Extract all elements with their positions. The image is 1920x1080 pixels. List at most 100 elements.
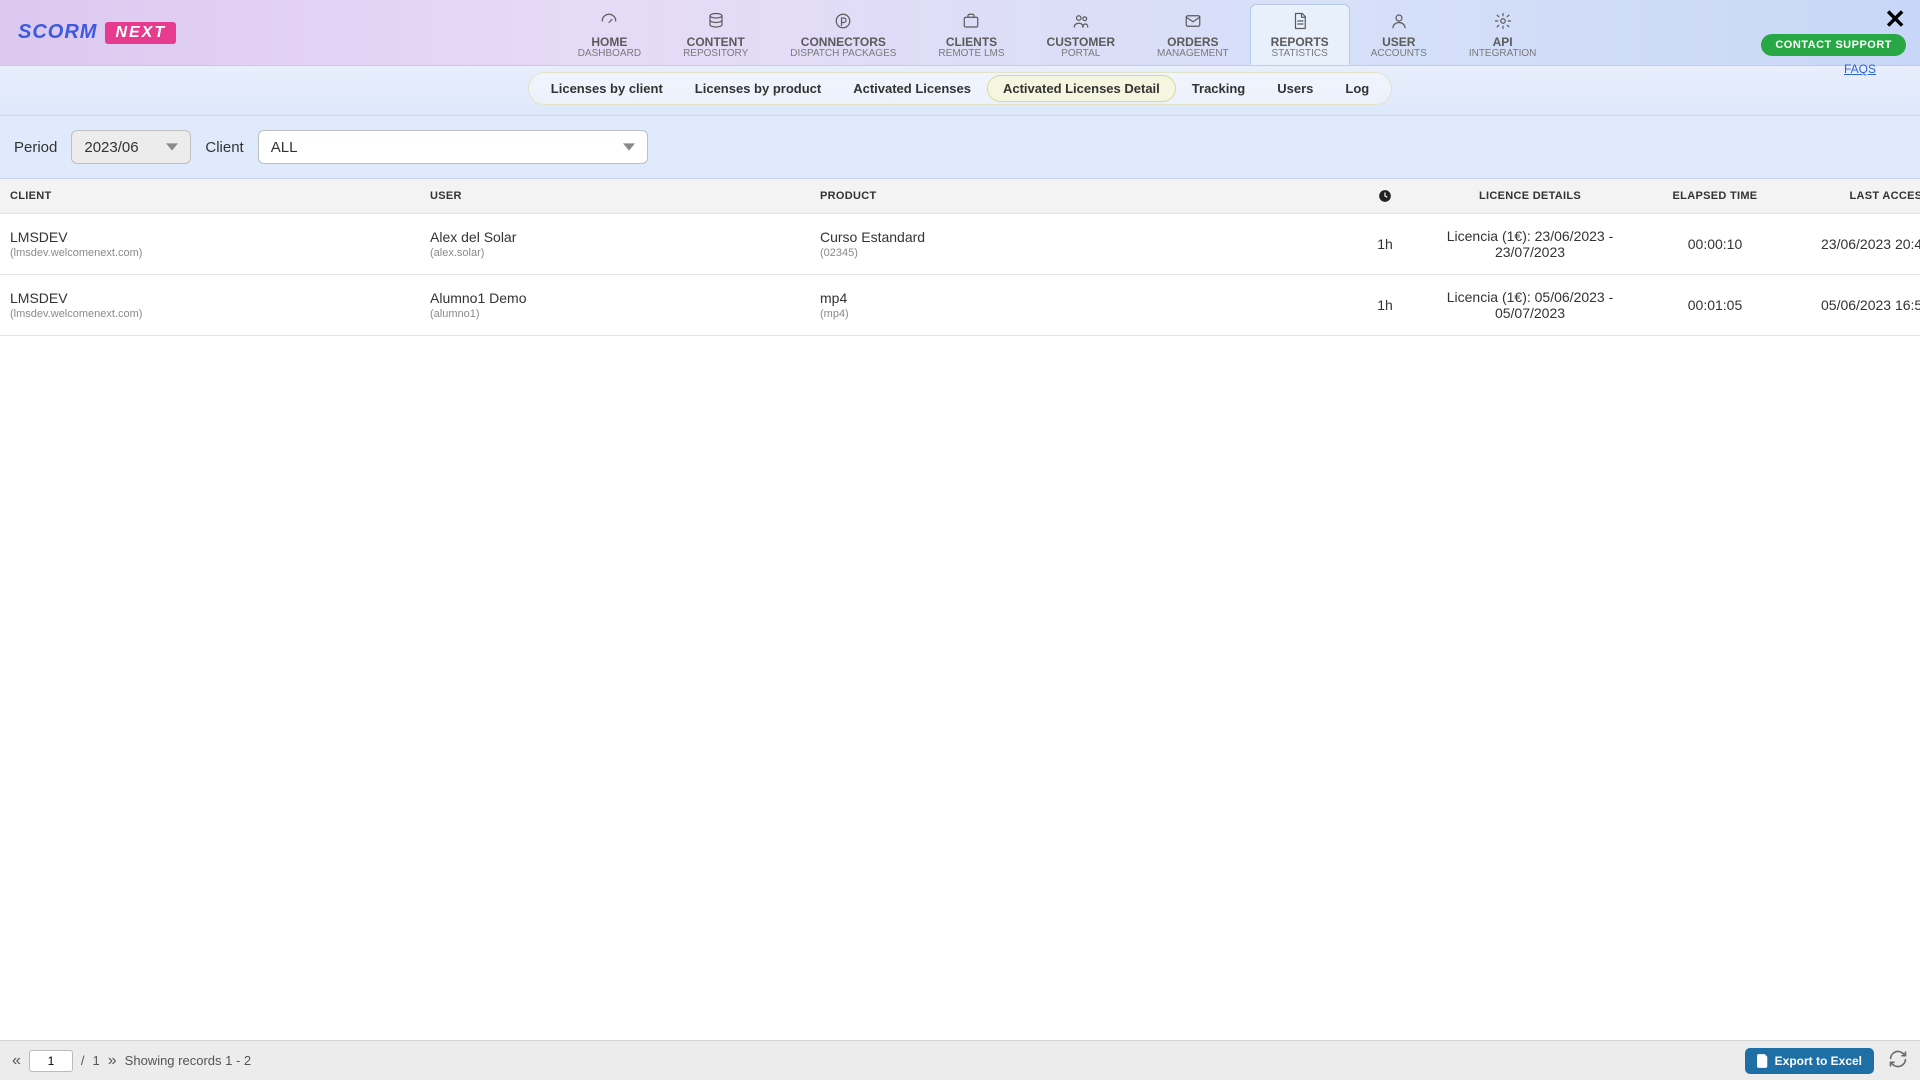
nav-subtitle: INTEGRATION <box>1469 49 1537 59</box>
table-body: LMSDEV(lmsdev.welcomenext.com)Alex del S… <box>0 214 1920 336</box>
nav-title: REPORTS <box>1271 35 1329 49</box>
period-select[interactable]: 2023/06 <box>71 130 191 164</box>
refresh-button[interactable] <box>1888 1049 1908 1072</box>
col-user[interactable]: USER <box>430 190 820 202</box>
cell-client: LMSDEV(lmsdev.welcomenext.com) <box>10 229 430 259</box>
col-client[interactable]: CLIENT <box>10 190 430 202</box>
nav-subtitle: PORTAL <box>1061 49 1100 59</box>
nav-item-user[interactable]: USERACCOUNTS <box>1350 4 1448 65</box>
nav-item-orders[interactable]: ORDERSMANAGEMENT <box>1136 4 1250 65</box>
footer-right: Export to Excel <box>1745 1048 1908 1074</box>
nav-item-reports[interactable]: REPORTSSTATISTICS <box>1250 4 1350 65</box>
nav-item-api[interactable]: APIINTEGRATION <box>1448 4 1558 65</box>
nav-title: CONNECTORS <box>801 35 886 49</box>
pager-first-icon[interactable]: « <box>12 1052 21 1070</box>
chevron-down-icon <box>623 141 635 153</box>
nav-subtitle: DISPATCH PACKAGES <box>790 49 896 59</box>
pager-current-input[interactable] <box>29 1050 73 1072</box>
chevron-down-icon <box>166 141 178 153</box>
file-icon <box>1757 1054 1769 1068</box>
nav-title: HOME <box>591 35 627 49</box>
export-excel-label: Export to Excel <box>1775 1054 1862 1068</box>
nav-item-customer[interactable]: CUSTOMERPORTAL <box>1026 4 1136 65</box>
topbar: SCORM NEXT HOMEDASHBOARDCONTENTREPOSITOR… <box>0 0 1920 66</box>
footer: « / 1 » Showing records 1 - 2 Export to … <box>0 1040 1920 1080</box>
top-right: ✕ CONTACT SUPPORT FAQS <box>1761 6 1906 76</box>
col-product[interactable]: PRODUCT <box>820 190 1350 202</box>
table-row[interactable]: LMSDEV(lmsdev.welcomenext.com)Alumno1 De… <box>0 275 1920 336</box>
subnav-tracking[interactable]: Tracking <box>1176 75 1261 102</box>
nav-title: USER <box>1382 35 1415 49</box>
briefcase-icon <box>962 12 980 33</box>
logo: SCORM NEXT <box>0 0 194 65</box>
nav-subtitle: REPOSITORY <box>683 49 748 59</box>
subnav-licenses-by-product[interactable]: Licenses by product <box>679 75 837 102</box>
contact-support-button[interactable]: CONTACT SUPPORT <box>1761 34 1906 56</box>
close-icon[interactable]: ✕ <box>1884 6 1906 32</box>
cell-licence: Licencia (1€): 05/06/2023 - 05/07/2023 <box>1420 289 1640 321</box>
p-icon <box>834 12 852 33</box>
subnav-log[interactable]: Log <box>1329 75 1385 102</box>
nav-subtitle: STATISTICS <box>1272 49 1328 59</box>
db-icon <box>707 12 725 33</box>
nav-item-content[interactable]: CONTENTREPOSITORY <box>662 4 769 65</box>
nav-title: API <box>1493 35 1513 49</box>
cell-licence: Licencia (1€): 23/06/2023 - 23/07/2023 <box>1420 228 1640 260</box>
col-last[interactable]: LAST ACCESS <box>1790 190 1920 202</box>
gauge-icon <box>600 12 618 33</box>
col-elapsed[interactable]: ELAPSED TIME <box>1640 190 1790 202</box>
gear-icon <box>1494 12 1512 33</box>
subnav-licenses-by-client[interactable]: Licenses by client <box>535 75 679 102</box>
subnav-wrap: Licenses by clientLicenses by productAct… <box>0 66 1920 116</box>
cell-product: mp4(mp4) <box>820 290 1350 320</box>
pager-last-icon[interactable]: » <box>108 1052 117 1070</box>
client-value: ALL <box>271 139 298 156</box>
subnav-activated-licenses[interactable]: Activated Licenses <box>837 75 987 102</box>
table-header: CLIENT USER PRODUCT LICENCE DETAILS ELAP… <box>0 179 1920 214</box>
faqs-link[interactable]: FAQS <box>1844 62 1876 76</box>
cell-duration: 1h <box>1350 297 1420 313</box>
nav-title: CLIENTS <box>946 35 997 49</box>
user-icon <box>1390 12 1408 33</box>
main-nav: HOMEDASHBOARDCONTENTREPOSITORYCONNECTORS… <box>194 0 1920 65</box>
logo-text-a: SCORM <box>18 21 97 44</box>
cell-client: LMSDEV(lmsdev.welcomenext.com) <box>10 290 430 320</box>
logo-text-b: NEXT <box>105 22 176 44</box>
data-table: CLIENT USER PRODUCT LICENCE DETAILS ELAP… <box>0 179 1920 1040</box>
subnav-users[interactable]: Users <box>1261 75 1329 102</box>
nav-subtitle: MANAGEMENT <box>1157 49 1229 59</box>
nav-subtitle: ACCOUNTS <box>1371 49 1427 59</box>
doc-icon <box>1291 12 1309 33</box>
col-licence[interactable]: LICENCE DETAILS <box>1420 190 1640 202</box>
nav-subtitle: REMOTE LMS <box>938 49 1004 59</box>
pager: « / 1 » Showing records 1 - 2 <box>12 1050 251 1072</box>
nav-item-connectors[interactable]: CONNECTORSDISPATCH PACKAGES <box>769 4 917 65</box>
subnav: Licenses by clientLicenses by productAct… <box>528 72 1392 105</box>
nav-item-home[interactable]: HOMEDASHBOARD <box>557 4 662 65</box>
export-excel-button[interactable]: Export to Excel <box>1745 1048 1874 1074</box>
period-value: 2023/06 <box>84 139 138 156</box>
table-row[interactable]: LMSDEV(lmsdev.welcomenext.com)Alex del S… <box>0 214 1920 275</box>
col-duration-icon[interactable] <box>1350 189 1420 203</box>
cell-last: 05/06/2023 16:56 <box>1790 297 1920 313</box>
cell-product: Curso Estandard(02345) <box>820 229 1350 259</box>
cell-elapsed: 00:01:05 <box>1640 297 1790 313</box>
mail-icon <box>1184 12 1202 33</box>
cell-user: Alex del Solar(alex.solar) <box>430 229 820 259</box>
cell-last: 23/06/2023 20:43 <box>1790 236 1920 252</box>
nav-title: ORDERS <box>1167 35 1218 49</box>
nav-item-clients[interactable]: CLIENTSREMOTE LMS <box>917 4 1025 65</box>
pager-sep: / <box>81 1053 85 1068</box>
filters: Period 2023/06 Client ALL <box>0 116 1920 179</box>
clock-icon <box>1378 189 1392 203</box>
pager-showing: Showing records 1 - 2 <box>125 1053 251 1068</box>
cell-duration: 1h <box>1350 236 1420 252</box>
cell-elapsed: 00:00:10 <box>1640 236 1790 252</box>
client-select[interactable]: ALL <box>258 130 648 164</box>
refresh-icon <box>1888 1049 1908 1069</box>
cell-user: Alumno1 Demo(alumno1) <box>430 290 820 320</box>
nav-title: CONTENT <box>687 35 745 49</box>
pager-total: 1 <box>93 1053 100 1068</box>
subnav-activated-licenses-detail[interactable]: Activated Licenses Detail <box>987 75 1176 102</box>
users-icon <box>1072 12 1090 33</box>
